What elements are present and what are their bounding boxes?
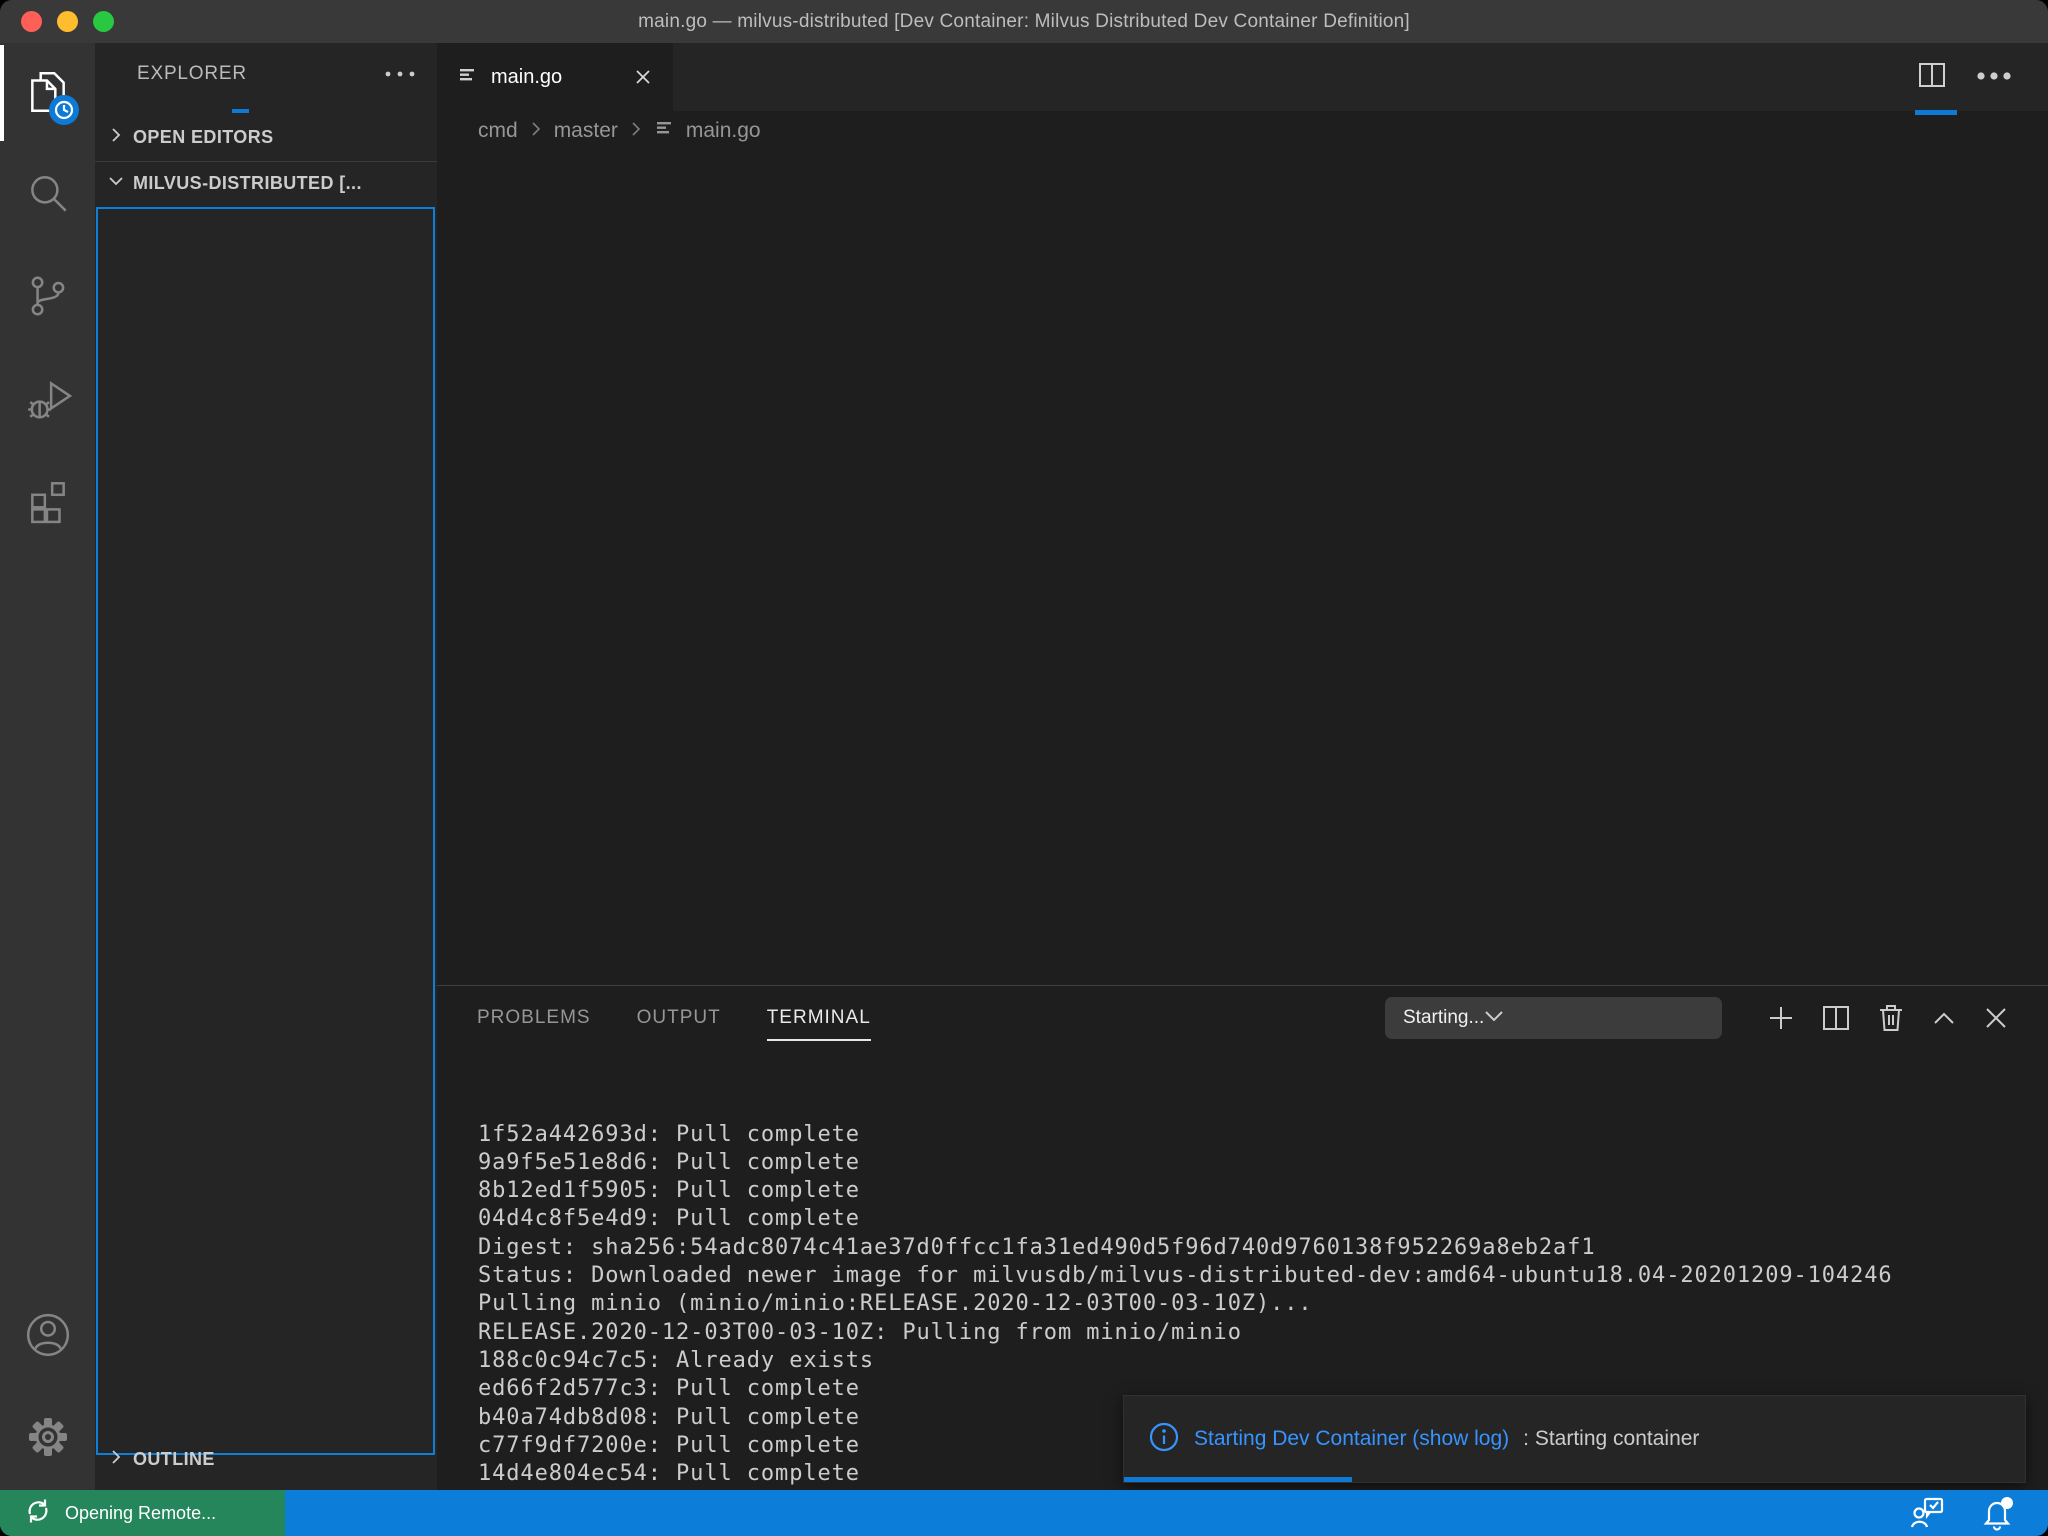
tab-label: main.go	[491, 66, 562, 89]
editor-actions	[1918, 43, 2048, 111]
workspace-folder-label: MILVUS-DISTRIBUTED [...	[133, 173, 362, 194]
account-icon	[24, 1311, 72, 1364]
status-bar-right	[1910, 1490, 2048, 1536]
sync-spinner-icon	[24, 1497, 52, 1530]
tab-output[interactable]: OUTPUT	[637, 986, 721, 1050]
outline-header[interactable]: OUTLINE	[95, 1442, 437, 1476]
kill-terminal-trash-icon[interactable]	[1878, 1004, 1904, 1032]
panel-actions: Starting...	[1385, 997, 2008, 1039]
breadcrumb-item-cmd[interactable]: cmd	[478, 119, 518, 143]
more-actions-icon[interactable]	[1976, 68, 2012, 86]
feedback-icon[interactable]	[1910, 1496, 1944, 1530]
panel-header: PROBLEMS OUTPUT TERMINAL Starting...	[437, 986, 2048, 1050]
notification-link[interactable]: Starting Dev Container (show log)	[1194, 1427, 1509, 1451]
status-bar: Opening Remote...	[0, 1490, 2048, 1536]
open-editors-label: OPEN EDITORS	[133, 127, 274, 148]
breadcrumb: cmd master main.go	[437, 111, 2048, 151]
activity-bar-spacer	[0, 553, 95, 1286]
info-icon	[1148, 1421, 1180, 1458]
source-control-icon	[24, 272, 72, 325]
chevron-down-icon	[1484, 1007, 1504, 1029]
new-terminal-plus-icon[interactable]	[1768, 1005, 1794, 1031]
run-debug-icon	[24, 374, 72, 427]
breadcrumb-item-master[interactable]: master	[554, 119, 618, 143]
chevron-down-icon	[107, 172, 125, 195]
close-window-button[interactable]	[21, 11, 42, 32]
search-icon	[24, 170, 72, 223]
notification-progress-bar	[1124, 1477, 1352, 1482]
window-controls	[0, 0, 114, 43]
notification-message: : Starting container	[1523, 1427, 1699, 1451]
outline-label: OUTLINE	[133, 1449, 215, 1470]
workspace-folder-header[interactable]: MILVUS-DISTRIBUTED [...	[95, 162, 437, 204]
chevron-right-icon	[107, 1448, 125, 1471]
more-actions-icon[interactable]	[383, 69, 417, 79]
accounts-button[interactable]	[0, 1286, 95, 1388]
chevron-right-icon	[528, 119, 544, 143]
titlebar: main.go — milvus-distributed [Dev Contai…	[0, 0, 2048, 43]
open-editors-header[interactable]: OPEN EDITORS	[95, 119, 437, 155]
zoom-window-button[interactable]	[93, 11, 114, 32]
file-tree-focused[interactable]	[96, 207, 435, 1455]
close-tab-icon[interactable]	[629, 63, 657, 91]
sidebar-progress-bar	[232, 109, 249, 113]
vscode-window: main.go — milvus-distributed [Dev Contai…	[0, 0, 2048, 1536]
bell-dot-icon[interactable]	[1978, 1495, 2014, 1531]
explorer-button[interactable]	[0, 43, 95, 145]
extensions-button[interactable]	[0, 451, 95, 553]
remote-status-item[interactable]: Opening Remote...	[0, 1490, 285, 1536]
active-indicator	[0, 45, 4, 141]
sidebar-explorer: EXPLORER OPEN EDITORS MILVUS-DISTRIBUTED…	[95, 43, 437, 1490]
split-terminal-icon[interactable]	[1822, 1005, 1850, 1031]
notification-toast[interactable]: Starting Dev Container (show log) : Star…	[1123, 1395, 2026, 1483]
tab-main-go[interactable]: main.go	[437, 43, 673, 111]
maximize-panel-chevron-up-icon[interactable]	[1932, 1010, 1956, 1026]
gear-icon	[25, 1414, 71, 1465]
sidebar-header: EXPLORER	[95, 43, 437, 105]
editor-group: main.go cmd master ma	[437, 43, 2048, 1490]
chevron-right-icon	[107, 126, 125, 149]
tab-problems[interactable]: PROBLEMS	[477, 986, 591, 1050]
remote-status-label: Opening Remote...	[65, 1503, 216, 1524]
window-title: main.go — milvus-distributed [Dev Contai…	[638, 11, 1410, 33]
breadcrumb-item-main-go[interactable]: main.go	[686, 119, 761, 143]
run-debug-button[interactable]	[0, 349, 95, 451]
terminal-picker-value: Starting...	[1403, 1007, 1484, 1029]
terminal-picker-dropdown[interactable]: Starting...	[1385, 997, 1722, 1039]
search-button[interactable]	[0, 145, 95, 247]
minimize-window-button[interactable]	[57, 11, 78, 32]
close-panel-icon[interactable]	[1984, 1006, 2008, 1030]
split-editor-icon[interactable]	[1918, 62, 1946, 93]
sidebar-title: EXPLORER	[137, 63, 247, 85]
chevron-right-icon	[628, 119, 644, 143]
tab-terminal[interactable]: TERMINAL	[767, 986, 871, 1050]
tab-bar: main.go	[437, 43, 2048, 111]
settings-button[interactable]	[0, 1388, 95, 1490]
go-file-icon	[654, 117, 676, 145]
go-file-icon	[457, 64, 479, 91]
editor-content[interactable]	[437, 151, 2048, 985]
source-control-button[interactable]	[0, 247, 95, 349]
activity-bar	[0, 43, 95, 1490]
clock-loading-badge	[49, 95, 79, 125]
extensions-icon	[24, 476, 72, 529]
